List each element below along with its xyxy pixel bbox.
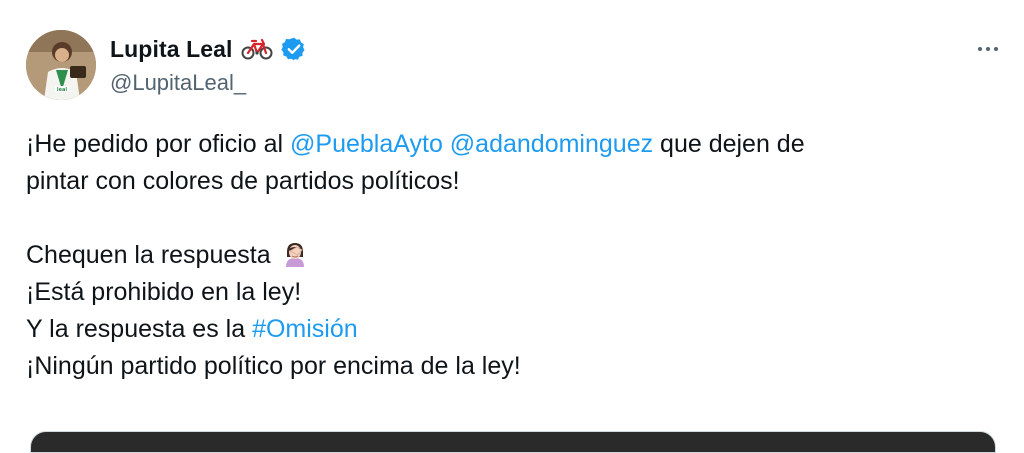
tweet-line-2: pintar con colores de partidos políticos… [26, 167, 460, 195]
tweet-line-5: Y la respuesta es la #Omisión [26, 311, 986, 348]
mention-puebla-ayto[interactable]: @PueblaAyto [290, 130, 443, 158]
tweet-line-6: ¡Ningún partido político por encima de l… [26, 352, 521, 380]
hashtag-omision[interactable]: #Omisión [252, 315, 358, 343]
tweet-text: ¡He pedido por oficio al @PueblaAyto @ad… [26, 126, 986, 385]
avatar-image: leal [26, 30, 96, 100]
mention-adandominguez[interactable]: @adandominguez [450, 130, 653, 158]
tweet-text-segment: ¡He pedido por oficio al [26, 130, 291, 158]
more-icon [978, 47, 998, 51]
tweet-text-segment: Y la respuesta es la [26, 315, 253, 343]
author-handle[interactable]: @LupitaLeal_ [110, 70, 246, 96]
tweet-line-3: Chequen la respuesta [26, 237, 986, 274]
tweet-text-segment: que dejen de [653, 130, 805, 158]
bicycle-icon [241, 38, 273, 60]
author-name-row: Lupita Leal [110, 34, 307, 64]
tweet: leal Lupita Leal @LupitaLeal_ ¡He pedido… [0, 0, 1024, 453]
media-preview[interactable] [30, 431, 996, 453]
author-display-name[interactable]: Lupita Leal [110, 36, 233, 63]
tweet-line-1: ¡He pedido por oficio al @PueblaAyto @ad… [26, 126, 986, 163]
tweet-text-segment: Chequen la respuesta [26, 241, 271, 269]
avatar-caption: leal [57, 87, 67, 93]
woman-facepalming-icon [282, 241, 308, 267]
more-options-button[interactable] [968, 34, 1008, 64]
avatar[interactable]: leal [26, 30, 96, 100]
verified-badge-icon[interactable] [280, 36, 307, 62]
tweet-line-4: ¡Está prohibido en la ley! [26, 278, 302, 306]
